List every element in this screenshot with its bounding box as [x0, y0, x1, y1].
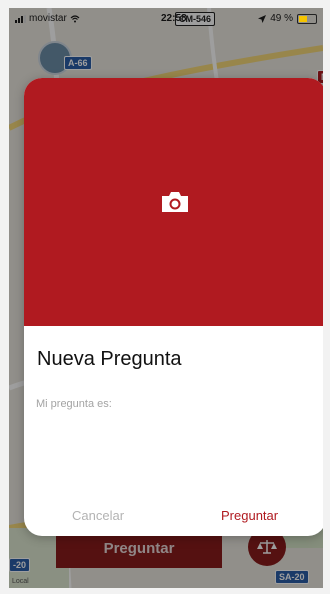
clock: 22:58	[161, 13, 187, 24]
new-question-dialog: Nueva Pregunta Cancelar Preguntar	[24, 78, 323, 536]
photo-banner[interactable]	[24, 78, 323, 326]
carrier-name: movistar	[29, 13, 67, 24]
dialog-title: Nueva Pregunta	[37, 348, 182, 370]
status-bar: movistar 22:58 49 %	[9, 8, 323, 30]
cancel-button[interactable]: Cancelar	[72, 508, 124, 523]
battery-percent: 49 %	[270, 13, 293, 24]
wifi-icon	[70, 14, 80, 22]
signal-icon	[15, 14, 26, 23]
submit-question-button[interactable]: Preguntar	[221, 508, 278, 523]
dialog-actions: Cancelar Preguntar	[24, 504, 323, 528]
screen: A-66 CM-546 N -20 SA-20 Local Preguntar …	[9, 8, 323, 588]
carrier-info: movistar	[15, 13, 80, 24]
battery-icon	[297, 13, 317, 24]
location-arrow-icon	[258, 14, 267, 23]
question-input[interactable]	[34, 396, 318, 490]
status-right: 49 %	[258, 13, 317, 24]
camera-icon[interactable]	[160, 190, 190, 214]
